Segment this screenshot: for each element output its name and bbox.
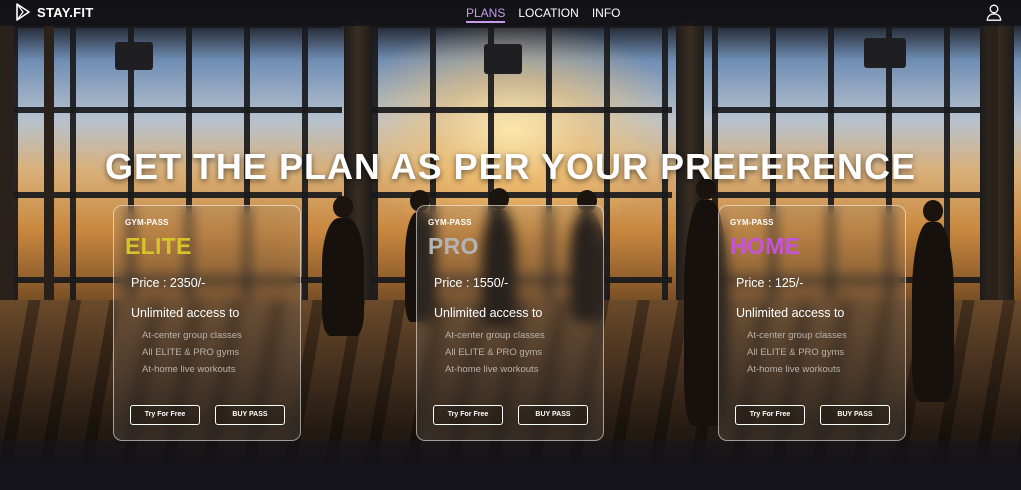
bottom-fade: [0, 440, 1021, 490]
feature-list: At-center group classes All ELITE & PRO …: [445, 327, 545, 378]
user-icon[interactable]: [986, 4, 1002, 21]
page-title: GET THE PLAN AS PER YOUR PREFERENCE: [104, 146, 917, 187]
nav-links: PLANS LOCATION INFO: [466, 6, 620, 23]
plan-price: Price : 2350/-: [131, 276, 206, 290]
feature-item: All ELITE & PRO gyms: [445, 347, 543, 358]
person-silhouette: [912, 200, 954, 402]
plan-name: ELITE: [125, 233, 192, 259]
brand-name: STAY.FIT: [37, 4, 94, 20]
pass-label: GYM-PASS: [428, 218, 472, 227]
feature-item: At-center group classes: [445, 330, 545, 341]
try-for-free-button[interactable]: Try For Free: [130, 405, 200, 425]
feature-item: At-home live workouts: [445, 364, 539, 375]
plan-card-pro: GYM-PASS PRO Price : 1550/- Unlimited ac…: [416, 205, 604, 441]
feature-item: All ELITE & PRO gyms: [142, 347, 240, 358]
try-for-free-button[interactable]: Try For Free: [735, 405, 805, 425]
plan-name: PRO: [428, 233, 479, 259]
feature-list: At-center group classes All ELITE & PRO …: [747, 327, 847, 378]
feature-item: At-center group classes: [747, 330, 847, 341]
plan-card-home: GYM-PASS HOME Price : 125/- Unlimited ac…: [718, 205, 906, 441]
plan-price: Price : 1550/-: [434, 276, 509, 290]
feature-item: At-center group classes: [142, 330, 242, 341]
buy-pass-button[interactable]: BUY PASS: [820, 405, 890, 425]
buy-pass-button[interactable]: BUY PASS: [518, 405, 588, 425]
feature-item: At-home live workouts: [747, 364, 841, 375]
speaker: [115, 42, 153, 70]
brand-logo[interactable]: STAY.FIT: [15, 3, 94, 21]
try-for-free-button[interactable]: Try For Free: [433, 405, 503, 425]
play-logo-icon: [16, 3, 30, 21]
access-label: Unlimited access to: [736, 306, 845, 320]
access-label: Unlimited access to: [131, 306, 240, 320]
speaker: [864, 38, 906, 68]
nav-link-location[interactable]: LOCATION: [518, 6, 578, 23]
access-label: Unlimited access to: [434, 306, 543, 320]
feature-list: At-center group classes All ELITE & PRO …: [142, 327, 242, 378]
plan-price: Price : 125/-: [736, 276, 804, 290]
person-silhouette: [322, 196, 364, 336]
nav-link-plans[interactable]: PLANS: [466, 6, 506, 23]
pass-label: GYM-PASS: [125, 218, 169, 227]
buy-pass-button[interactable]: BUY PASS: [215, 405, 285, 425]
nav-link-info[interactable]: INFO: [592, 6, 621, 23]
feature-item: At-home live workouts: [142, 364, 236, 375]
plan-name: HOME: [730, 233, 801, 259]
speaker: [484, 44, 522, 74]
pass-label: GYM-PASS: [730, 218, 774, 227]
top-navbar: STAY.FIT PLANS LOCATION INFO: [0, 0, 1021, 26]
feature-item: All ELITE & PRO gyms: [747, 347, 845, 358]
plan-card-elite: GYM-PASS ELITE Price : 2350/- Unlimited …: [113, 205, 301, 441]
